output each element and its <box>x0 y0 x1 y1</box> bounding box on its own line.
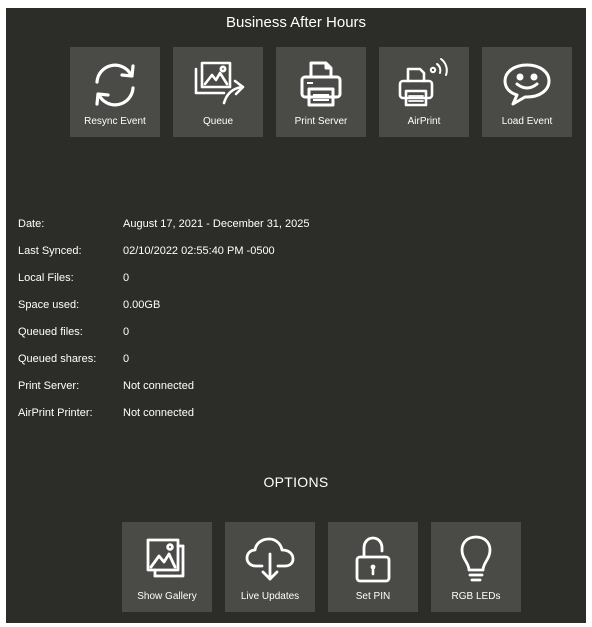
resync-event-button[interactable]: Resync Event <box>70 47 160 137</box>
resync-icon <box>95 63 135 107</box>
load-event-button[interactable]: Load Event <box>482 47 572 137</box>
info-value: Not connected <box>123 380 194 392</box>
info-key: Local Files: <box>18 272 74 284</box>
show-gallery-label: Show Gallery <box>137 591 197 602</box>
info-key: Queued files: <box>18 326 83 338</box>
info-value: 0 <box>123 272 130 284</box>
info-row-local-files: Local Files: 0 <box>18 272 310 299</box>
resync-event-label: Resync Event <box>84 116 146 127</box>
info-value: 02/10/2022 02:55:40 PM -0500 <box>123 245 275 257</box>
chat-smile-icon <box>503 63 551 106</box>
options-heading: OPTIONS <box>263 474 329 490</box>
page-title: Business After Hours <box>225 14 367 31</box>
info-row-last-synced: Last Synced: 02/10/2022 02:55:40 PM -050… <box>18 245 310 272</box>
live-updates-label: Live Updates <box>240 591 300 602</box>
rgb-leds-label: RGB LEDs <box>451 591 501 602</box>
info-key: AirPrint Printer: <box>18 407 93 419</box>
queue-button[interactable]: Queue <box>173 47 263 137</box>
set-pin-button[interactable]: Set PIN <box>328 522 418 612</box>
printer-icon <box>300 61 342 107</box>
print-server-button[interactable]: Print Server <box>276 47 366 137</box>
print-server-label: Print Server <box>294 116 348 127</box>
info-value: 0 <box>123 326 130 338</box>
airprint-button[interactable]: AirPrint <box>379 47 469 137</box>
queue-label: Queue <box>202 116 234 127</box>
airprint-icon <box>398 58 448 107</box>
info-value: 0.00GB <box>123 299 161 311</box>
cloud-download-icon <box>245 537 295 581</box>
info-row-space-used: Space used: 0.00GB <box>18 299 310 326</box>
set-pin-label: Set PIN <box>355 591 391 602</box>
app-screen: Business After Hours Resync Event Queue <box>6 8 586 623</box>
info-row-queued-shares: Queued shares: 0 <box>18 353 310 380</box>
event-info-list: Date: August 17, 2021 - December 31, 202… <box>18 218 310 434</box>
info-value: August 17, 2021 - December 31, 2025 <box>123 218 310 230</box>
unlock-icon <box>355 536 391 583</box>
options-toolbar: Show Gallery Live Updates Set PIN RGB LE… <box>122 522 521 612</box>
info-key: Space used: <box>18 299 80 311</box>
info-row-queued-files: Queued files: 0 <box>18 326 310 353</box>
lightbulb-icon <box>460 535 492 582</box>
show-gallery-button[interactable]: Show Gallery <box>122 522 212 612</box>
info-value: Not connected <box>123 407 194 419</box>
info-key: Print Server: <box>18 380 80 392</box>
info-value: 0 <box>123 353 130 365</box>
rgb-leds-button[interactable]: RGB LEDs <box>431 522 521 612</box>
top-toolbar: Resync Event Queue Print Server AirPrint… <box>70 47 572 137</box>
info-key: Date: <box>18 218 45 230</box>
info-row-print-server: Print Server: Not connected <box>18 380 310 407</box>
airprint-label: AirPrint <box>407 116 441 127</box>
info-key: Last Synced: <box>18 245 82 257</box>
info-row-date: Date: August 17, 2021 - December 31, 202… <box>18 218 310 245</box>
info-key: Queued shares: <box>18 353 97 365</box>
load-event-label: Load Event <box>501 116 553 127</box>
live-updates-button[interactable]: Live Updates <box>225 522 315 612</box>
info-row-airprint-printer: AirPrint Printer: Not connected <box>18 407 310 434</box>
gallery-icon <box>146 538 185 578</box>
queue-icon <box>194 61 245 105</box>
